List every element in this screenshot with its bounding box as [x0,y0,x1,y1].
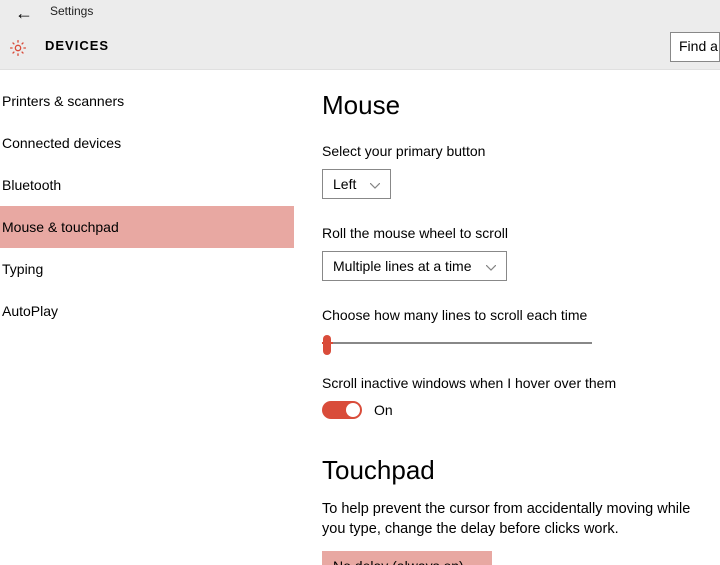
sidebar-item-bluetooth[interactable]: Bluetooth [0,164,294,206]
touchpad-heading: Touchpad [322,455,720,486]
sidebar-item-label: Connected devices [2,135,121,151]
content: Mouse Select your primary button Left Ro… [294,70,720,565]
chevron-down-icon [486,258,496,274]
sidebar: Printers & scanners Connected devices Bl… [0,70,294,565]
lines-to-scroll-label: Choose how many lines to scroll each tim… [322,307,720,323]
back-button[interactable]: ← [15,4,33,22]
dropdown-value: No delay (always on) [333,558,464,565]
page-title: DEVICES [45,38,109,53]
slider-track [322,342,592,344]
sidebar-item-connected-devices[interactable]: Connected devices [0,122,294,164]
gear-icon [8,38,28,58]
sidebar-item-autoplay[interactable]: AutoPlay [0,290,294,332]
touchpad-description: To help prevent the cursor from accident… [322,500,712,539]
scroll-wheel-label: Roll the mouse wheel to scroll [322,225,720,241]
window-title: Settings [50,4,93,18]
sidebar-item-label: Mouse & touchpad [2,219,119,235]
sidebar-item-label: Typing [2,261,43,277]
dropdown-value: Multiple lines at a time [333,258,472,274]
sidebar-item-label: Bluetooth [2,177,61,193]
scroll-wheel-dropdown[interactable]: Multiple lines at a time [322,251,507,281]
toggle-knob [346,403,360,417]
inactive-windows-label: Scroll inactive windows when I hover ove… [322,375,720,391]
inactive-windows-toggle[interactable] [322,401,362,419]
sidebar-item-printers[interactable]: Printers & scanners [0,80,294,122]
lines-to-scroll-slider[interactable] [322,333,592,353]
find-setting-placeholder: Find a [679,38,718,54]
find-setting-input[interactable]: Find a [670,32,720,62]
dropdown-value: Left [333,176,356,192]
primary-button-dropdown[interactable]: Left [322,169,391,199]
arrow-left-icon: ← [15,3,33,23]
chevron-down-icon [370,176,380,192]
slider-thumb[interactable] [323,335,331,355]
header: ← Settings DEVICES Find a [0,0,720,70]
sidebar-item-label: Printers & scanners [2,93,124,109]
touchpad-delay-dropdown[interactable]: No delay (always on) [322,551,492,565]
sidebar-item-label: AutoPlay [2,303,58,319]
toggle-state-text: On [374,402,393,418]
primary-button-label: Select your primary button [322,143,720,159]
mouse-heading: Mouse [322,90,720,121]
sidebar-item-mouse-touchpad[interactable]: Mouse & touchpad [0,206,294,248]
sidebar-item-typing[interactable]: Typing [0,248,294,290]
